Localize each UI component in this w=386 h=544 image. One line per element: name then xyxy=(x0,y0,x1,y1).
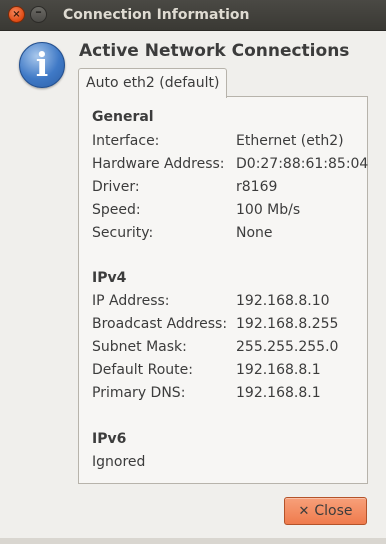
window-title: Connection Information xyxy=(63,7,250,23)
value-security: None xyxy=(236,225,273,241)
info-icon: i xyxy=(19,42,65,88)
label-subnet-mask: Subnet Mask: xyxy=(92,339,187,355)
titlebar[interactable]: × – Connection Information xyxy=(0,0,386,31)
value-primary-dns: 192.168.8.1 xyxy=(236,385,321,401)
window-bottom-edge xyxy=(0,538,386,544)
label-speed: Speed: xyxy=(92,202,141,218)
value-ip-address: 192.168.8.10 xyxy=(236,293,330,309)
close-button[interactable]: ✕ Close xyxy=(284,497,367,525)
value-driver: r8169 xyxy=(236,179,278,195)
section-title-ipv6: IPv6 xyxy=(92,431,127,447)
label-default-route: Default Route: xyxy=(92,362,193,378)
value-broadcast-address: 192.168.8.255 xyxy=(236,316,339,332)
label-interface: Interface: xyxy=(92,133,160,149)
connection-details-panel: General Interface: Ethernet (eth2) Hardw… xyxy=(78,96,368,484)
label-primary-dns: Primary DNS: xyxy=(92,385,186,401)
dialog-heading: Active Network Connections xyxy=(79,41,350,61)
value-hardware-address: D0:27:88:61:85:04 xyxy=(236,156,369,172)
label-hardware-address: Hardware Address: xyxy=(92,156,225,172)
window-close-icon[interactable]: × xyxy=(8,6,25,23)
value-ipv6-status: Ignored xyxy=(92,454,146,470)
close-button-label: Close xyxy=(314,503,353,519)
connection-info-window: × – Connection Information i Active Netw… xyxy=(0,0,386,544)
label-ip-address: IP Address: xyxy=(92,293,170,309)
section-title-ipv4: IPv4 xyxy=(92,270,127,286)
label-broadcast-address: Broadcast Address: xyxy=(92,316,228,332)
value-interface: Ethernet (eth2) xyxy=(236,133,344,149)
window-minimize-icon[interactable]: – xyxy=(30,6,47,23)
label-driver: Driver: xyxy=(92,179,140,195)
tab-auto-eth2[interactable]: Auto eth2 (default) xyxy=(78,68,228,98)
label-security: Security: xyxy=(92,225,154,241)
value-subnet-mask: 255.255.255.0 xyxy=(236,339,339,355)
close-x-icon: ✕ xyxy=(298,504,310,519)
value-default-route: 192.168.8.1 xyxy=(236,362,321,378)
value-speed: 100 Mb/s xyxy=(236,202,301,218)
section-title-general: General xyxy=(92,109,154,125)
